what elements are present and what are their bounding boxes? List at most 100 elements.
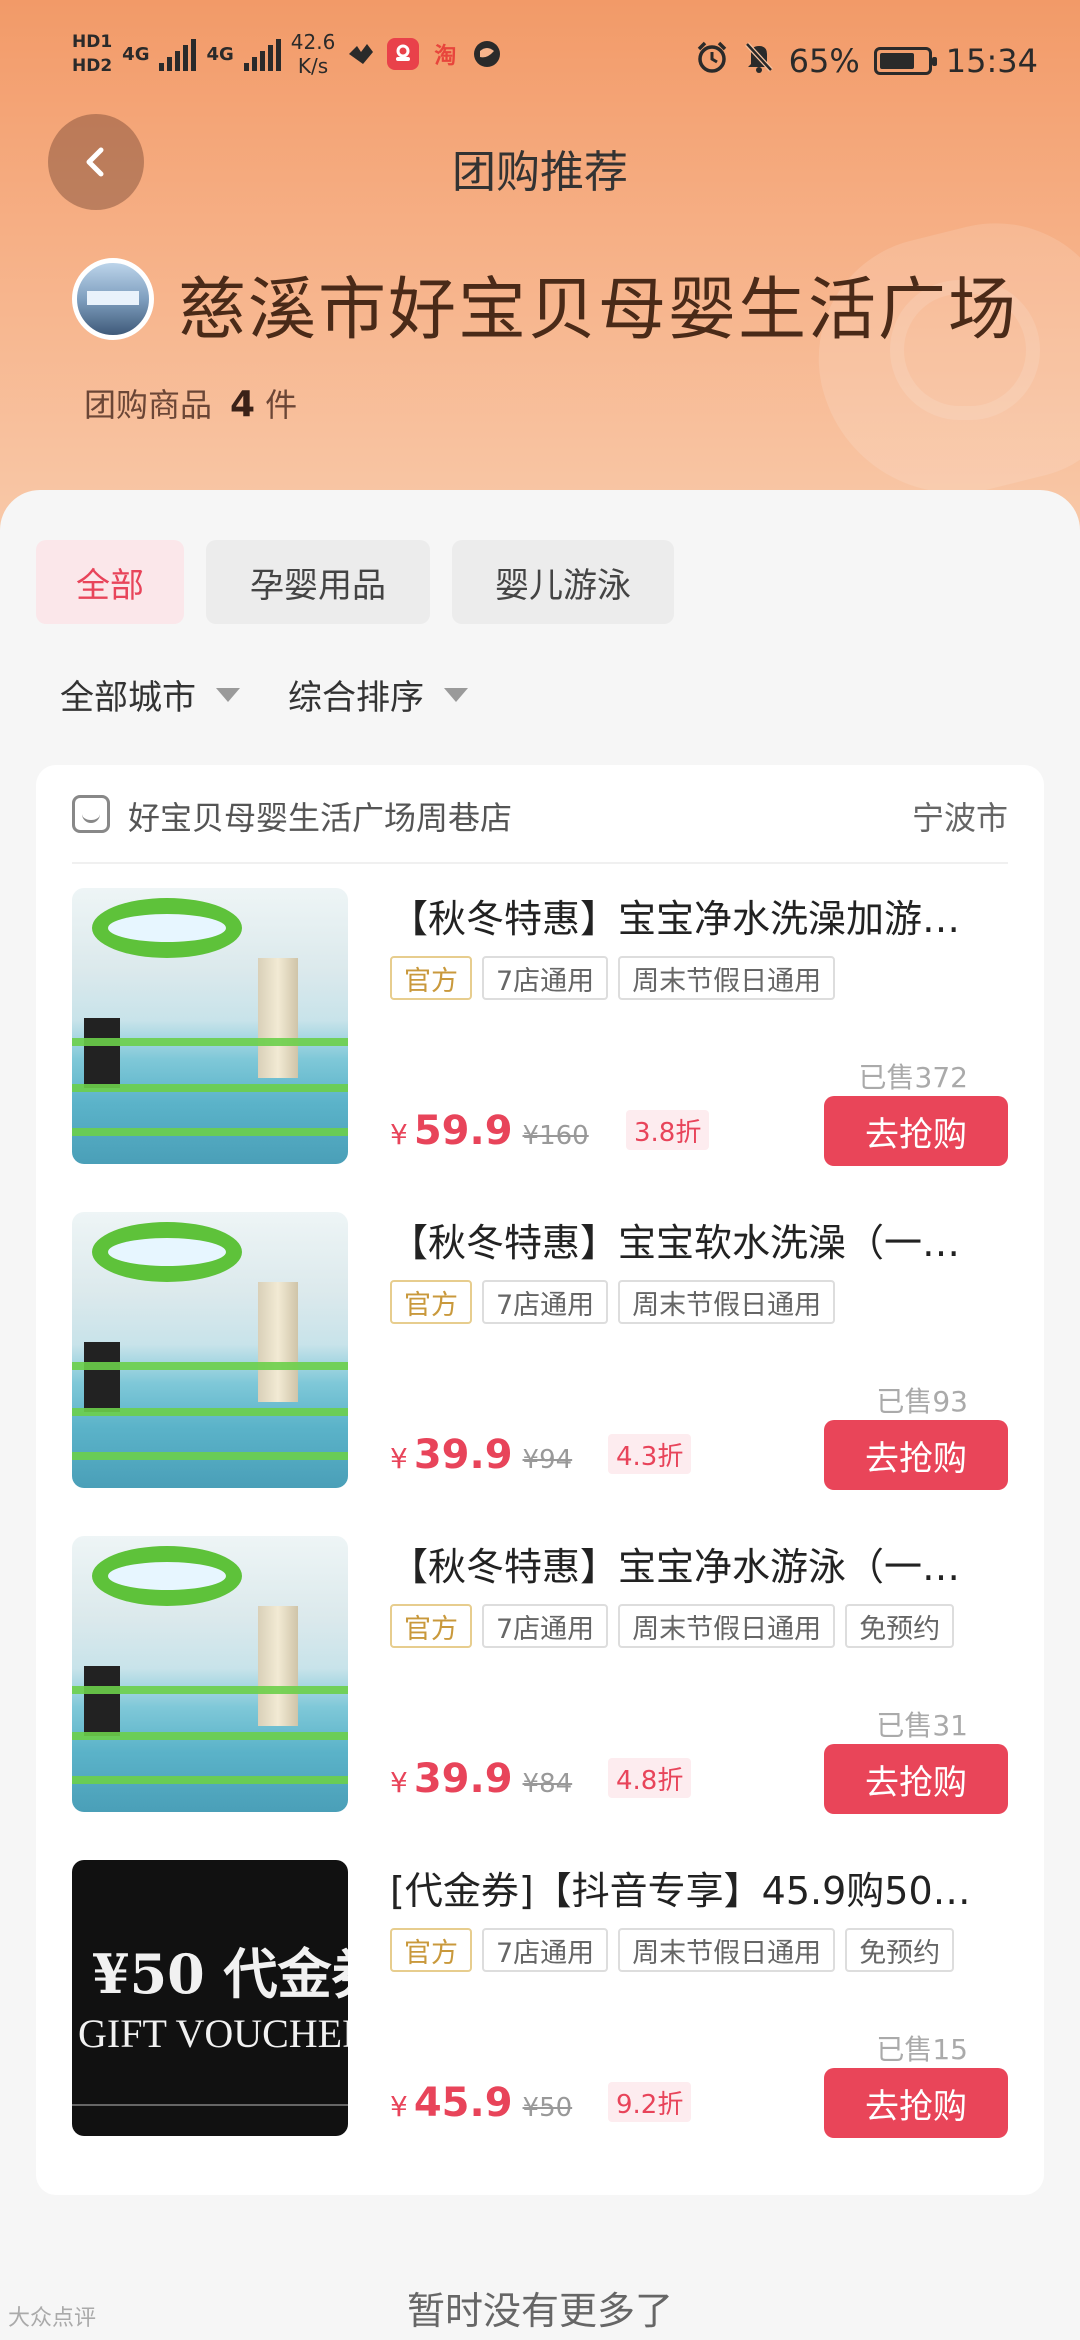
divider xyxy=(72,862,1008,864)
tag-list: 官方 7店通用 周末节假日通用 免预约 xyxy=(390,1604,955,1648)
product-title: [代金券]【抖音专享】45.9购50… xyxy=(390,1869,971,1913)
sold-count: 已售93 xyxy=(876,1385,968,1418)
city-filter-label: 全部城市 xyxy=(60,678,196,718)
tag: 周末节假日通用 xyxy=(618,956,836,1000)
official-tag: 官方 xyxy=(390,1280,472,1324)
price: ¥ 39.9 ¥84 xyxy=(390,1756,572,1802)
tag: 周末节假日通用 xyxy=(618,1928,836,1972)
tag-list: 官方 7店通用 周末节假日通用 xyxy=(390,1280,836,1324)
original-price: ¥84 xyxy=(522,1769,573,1799)
buy-button[interactable]: 去抢购 xyxy=(824,2068,1008,2138)
price: ¥ 45.9 ¥50 xyxy=(390,2080,572,2126)
app-notification-icon xyxy=(345,38,377,70)
taobao-icon: 淘 xyxy=(434,44,457,69)
yen-symbol: ¥ xyxy=(390,1766,408,1799)
price: ¥ 39.9 ¥94 xyxy=(390,1432,572,1478)
signal-icon xyxy=(243,37,281,71)
network-type-2: 4G xyxy=(206,43,234,65)
tag: 免预约 xyxy=(845,1604,955,1648)
current-price: 59.9 xyxy=(413,1108,513,1154)
discount-badge: 4.8折 xyxy=(608,1758,692,1798)
tag: 7店通用 xyxy=(482,956,609,1000)
current-price: 45.9 xyxy=(413,2080,513,2126)
official-tag: 官方 xyxy=(390,1928,472,1972)
current-price: 39.9 xyxy=(413,1756,513,1802)
mute-bell-icon xyxy=(743,40,775,82)
store-avatar[interactable] xyxy=(72,258,154,340)
yen-symbol: ¥ xyxy=(390,2090,408,2123)
official-tag: 官方 xyxy=(390,956,472,1000)
price: ¥ 59.9 ¥160 xyxy=(390,1108,589,1154)
dropdown-arrow-icon xyxy=(444,687,468,702)
sold-count: 已售31 xyxy=(876,1709,968,1742)
voucher-image-text: ¥50 代金券 xyxy=(92,1942,348,2006)
product-image xyxy=(72,888,348,1164)
shop-city: 宁波市 xyxy=(911,799,1008,837)
hd2-label: HD2 xyxy=(72,56,113,76)
tag: 免预约 xyxy=(845,1928,955,1972)
voucher-image: ¥50 代金券 GIFT VOUCHER xyxy=(72,1860,348,2136)
status-bar: HD1 HD2 4G 4G 42.6 K/s 淘 65% 15:34 xyxy=(0,0,1080,120)
dropdown-arrow-icon xyxy=(216,687,240,702)
product-title: 【秋冬特惠】宝宝软水洗澡（一… xyxy=(390,1221,961,1265)
group-count-value: 4 xyxy=(230,384,256,425)
buy-button[interactable]: 去抢购 xyxy=(824,1420,1008,1490)
speed-unit: K/s xyxy=(297,54,329,78)
shop-icon xyxy=(72,795,110,833)
original-price: ¥160 xyxy=(522,1121,589,1151)
current-price: 39.9 xyxy=(413,1432,513,1478)
alarm-icon xyxy=(695,40,729,82)
page-title: 团购推荐 xyxy=(452,147,628,198)
discount-badge: 9.2折 xyxy=(608,2082,692,2122)
no-more-text: 暂时没有更多了 xyxy=(406,2289,673,2333)
shop-row[interactable]: 好宝贝母婴生活广场周巷店 宁波市 xyxy=(36,765,1044,865)
speed-value: 42.6 xyxy=(290,30,336,54)
product-item[interactable]: ¥50 代金券 GIFT VOUCHER [代金券]【抖音专享】45.9购50…… xyxy=(72,1860,1008,2140)
yen-symbol: ¥ xyxy=(390,1442,408,1475)
official-tag: 官方 xyxy=(390,1604,472,1648)
status-left: HD1 HD2 4G 4G 42.6 K/s 淘 xyxy=(72,30,503,78)
tag-list: 官方 7店通用 周末节假日通用 xyxy=(390,956,836,1000)
hd1-label: HD1 xyxy=(72,32,113,52)
city-filter[interactable]: 全部城市 xyxy=(60,670,240,719)
hd-indicator: HD1 HD2 xyxy=(72,30,112,78)
yen-symbol: ¥ xyxy=(390,1118,408,1151)
watermark: 大众点评 xyxy=(8,2306,97,2331)
tag: 周末节假日通用 xyxy=(618,1604,836,1648)
group-count-unit: 件 xyxy=(265,386,298,424)
chip-baby-swim[interactable]: 婴儿游泳 xyxy=(452,540,674,624)
shop-name: 好宝贝母婴生活广场周巷店 xyxy=(128,799,513,837)
app-notification-icon xyxy=(471,38,503,70)
product-title: 【秋冬特惠】宝宝净水洗澡加游… xyxy=(390,897,961,941)
app-notification-icon xyxy=(387,38,420,70)
sort-filter[interactable]: 综合排序 xyxy=(288,670,468,719)
original-price: ¥50 xyxy=(522,2093,573,2123)
chip-all[interactable]: 全部 xyxy=(36,540,184,624)
clock-time: 15:34 xyxy=(945,42,1038,80)
buy-button[interactable]: 去抢购 xyxy=(824,1744,1008,1814)
sold-count: 已售15 xyxy=(876,2033,968,2066)
chip-maternity[interactable]: 孕婴用品 xyxy=(206,540,430,624)
product-item[interactable]: 【秋冬特惠】宝宝净水游泳（一… 官方 7店通用 周末节假日通用 免预约 已售31… xyxy=(72,1536,1008,1816)
product-item[interactable]: 【秋冬特惠】宝宝软水洗澡（一… 官方 7店通用 周末节假日通用 已售93 ¥ 3… xyxy=(72,1212,1008,1492)
group-count: 团购商品 4 件 xyxy=(84,380,297,426)
signal-icon xyxy=(159,37,197,71)
product-image xyxy=(72,1212,348,1488)
tag-list: 官方 7店通用 周末节假日通用 免预约 xyxy=(390,1928,955,1972)
product-item[interactable]: 【秋冬特惠】宝宝净水洗澡加游… 官方 7店通用 周末节假日通用 已售372 ¥ … xyxy=(72,888,1008,1168)
tag: 7店通用 xyxy=(482,1604,609,1648)
discount-badge: 3.8折 xyxy=(626,1110,710,1150)
battery-percent: 65% xyxy=(788,42,860,80)
tag: 7店通用 xyxy=(482,1280,609,1324)
status-right: 65% 15:34 xyxy=(695,40,1038,82)
sold-count: 已售372 xyxy=(858,1061,968,1094)
group-count-label: 团购商品 xyxy=(84,386,213,424)
discount-badge: 4.3折 xyxy=(608,1434,692,1474)
buy-button[interactable]: 去抢购 xyxy=(824,1096,1008,1166)
network-speed: 42.6 K/s xyxy=(291,30,336,78)
original-price: ¥94 xyxy=(522,1445,573,1475)
voucher-image-subtext: GIFT VOUCHER xyxy=(78,2011,348,2056)
sort-filter-label: 综合排序 xyxy=(288,678,424,718)
product-image xyxy=(72,1536,348,1812)
network-type-1: 4G xyxy=(122,43,150,65)
